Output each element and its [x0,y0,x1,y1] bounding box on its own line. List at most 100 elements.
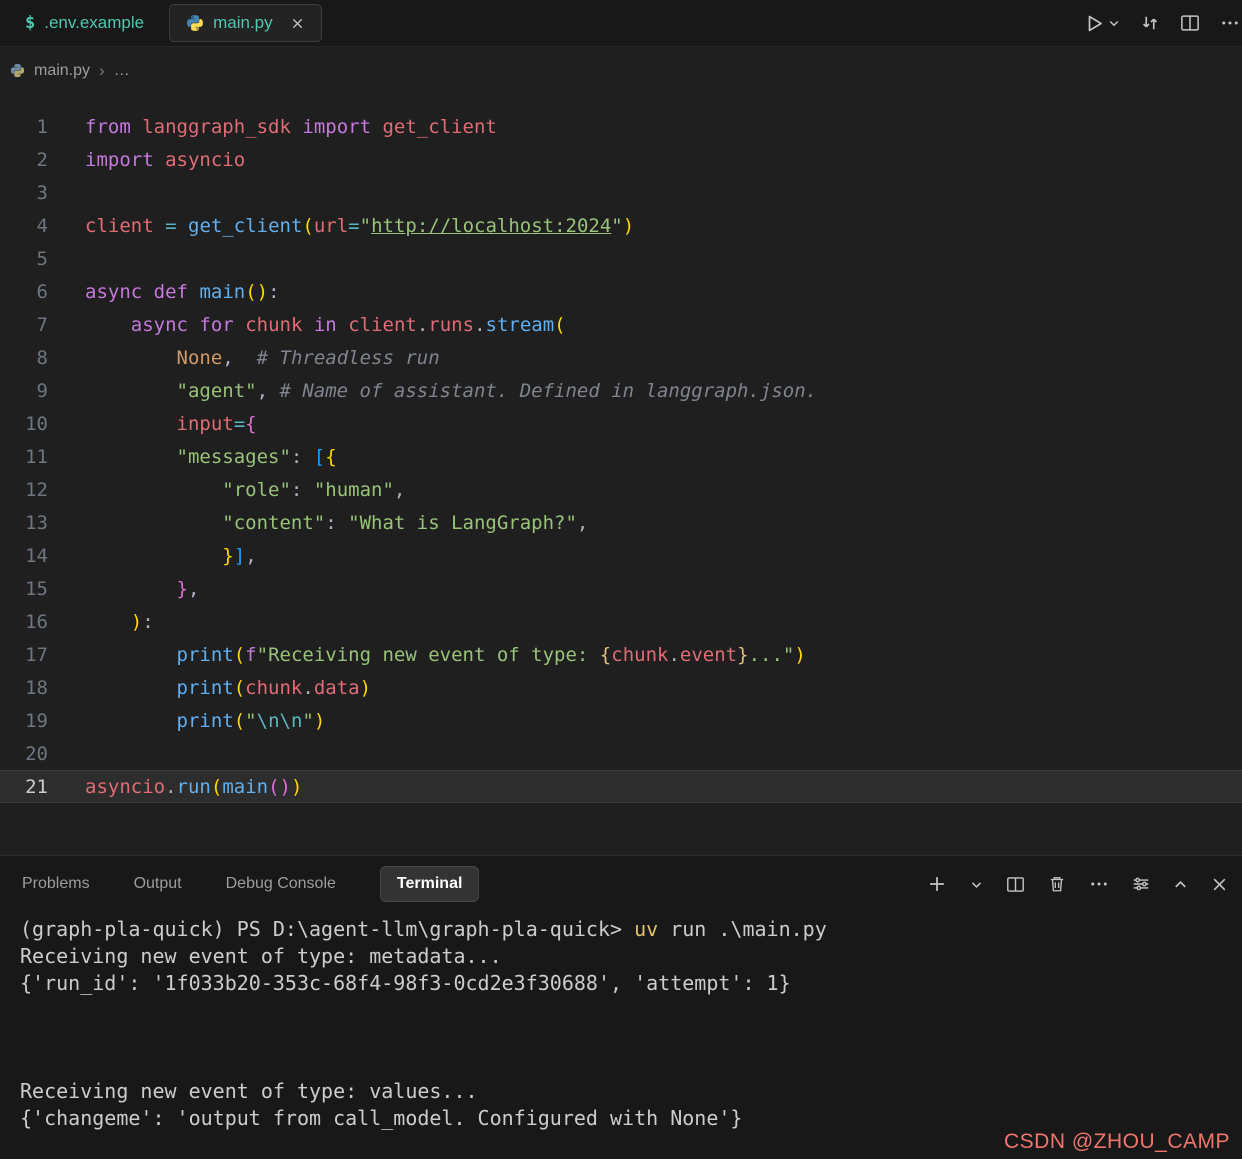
code-token: "messages" [177,446,291,468]
tab-main-py[interactable]: main.py [169,4,322,42]
line-number: 7 [0,314,48,336]
panel-tab-terminal[interactable]: Terminal [380,866,480,902]
code-token: for [199,314,233,336]
code-line-text: }], [48,545,257,567]
tune-sliders-icon[interactable] [1132,875,1150,893]
terminal-token: (graph-pla-quick) PS D:\agent-llm\graph-… [20,917,634,941]
tab-env-example[interactable]: $ .env.example [8,4,161,42]
terminal-line: {'run_id': '1f033b20-353c-68f4-98f3-0cd2… [20,970,1242,997]
code-token: input [177,413,234,435]
code-line-text: print(chunk.data) [48,677,371,699]
code-token: . [417,314,428,336]
terminal-token: {'changeme': 'output from call_model. Co… [20,1106,742,1130]
terminal-line [20,997,1242,1024]
split-panel-icon[interactable] [1006,875,1025,894]
code-token: ( [245,281,256,303]
code-line: 11 "messages": [{ [0,440,1242,473]
code-line: 8 None, # Threadless run [0,341,1242,374]
line-number: 15 [0,578,48,600]
panel-header: Problems Output Debug Console Terminal [0,856,1242,912]
code-token: async [85,281,142,303]
breadcrumb-file[interactable]: main.py [34,62,90,80]
more-editor-actions-icon[interactable] [1220,13,1240,33]
split-editor-icon[interactable] [1180,13,1200,33]
code-token: get_client [382,116,496,138]
terminal-profile-chevron-icon[interactable] [970,878,983,891]
code-token: async [131,314,188,336]
code-token: ) [131,611,142,633]
code-token: f [245,644,256,666]
terminal-line: {'changeme': 'output from call_model. Co… [20,1105,1242,1132]
run-options-chevron-icon[interactable] [1108,17,1120,29]
code-token: ( [211,776,222,798]
code-token: main [199,281,245,303]
terminal-token: Receiving new event of type: metadata... [20,944,502,968]
code-token: ) [280,776,291,798]
new-terminal-icon[interactable] [927,874,947,894]
code-line: 19 print("\n\n") [0,704,1242,737]
code-token [85,413,177,435]
code-token: ) [314,710,325,732]
python-file-icon [186,14,204,32]
code-token: ) [360,677,371,699]
code-editor[interactable]: 1from langgraph_sdk import get_client2im… [0,94,1242,855]
line-number: 6 [0,281,48,303]
compare-changes-icon[interactable] [1140,13,1160,33]
tab-label: main.py [213,13,273,33]
code-token: . [668,644,679,666]
code-token: asyncio [165,149,245,171]
code-token: } [222,545,233,567]
code-token: from [85,116,131,138]
code-token: { [245,413,256,435]
code-line: 12 "role": "human", [0,473,1242,506]
code-token: { [600,644,611,666]
code-line-text: "role": "human", [48,479,405,501]
code-line: 16 ): [0,605,1242,638]
code-token: runs [428,314,474,336]
kill-terminal-trash-icon[interactable] [1048,875,1066,893]
code-token: , [577,512,588,534]
tab-label: .env.example [44,13,144,33]
code-token: main [222,776,268,798]
code-token: , [222,347,233,369]
close-tab-icon[interactable] [290,16,305,31]
code-line: 20 [0,737,1242,770]
terminal-output[interactable]: (graph-pla-quick) PS D:\agent-llm\graph-… [0,912,1242,1132]
panel-tab-debug-console[interactable]: Debug Console [226,875,336,893]
maximize-panel-chevron-up-icon[interactable] [1173,877,1188,892]
shell-env-file-icon: $ [25,13,35,33]
watermark: CSDN @ZHOU_CAMP [1004,1130,1230,1154]
code-line: 2import asyncio [0,143,1242,176]
code-token: run [177,776,211,798]
code-token: " [360,215,371,237]
code-line-text: async for chunk in client.runs.stream( [48,314,566,336]
code-line: 4client = get_client(url="http://localho… [0,209,1242,242]
code-token [85,545,222,567]
code-token: "What is LangGraph?" [348,512,577,534]
code-token: ( [234,644,245,666]
line-number: 10 [0,413,48,435]
editor-tab-bar: $ .env.example main.py [0,0,1242,47]
code-token [371,116,382,138]
code-token: = [348,215,359,237]
code-token: ) [794,644,805,666]
code-token [131,116,142,138]
more-actions-icon[interactable] [1089,874,1109,894]
code-token: } [737,644,748,666]
code-token [142,281,153,303]
panel-tab-problems[interactable]: Problems [22,875,90,893]
panel-tab-output[interactable]: Output [134,875,182,893]
code-line-text: from langgraph_sdk import get_client [48,116,497,138]
close-panel-icon[interactable] [1211,876,1228,893]
run-python-file-icon[interactable] [1084,13,1105,34]
code-line: 7 async for chunk in client.runs.stream( [0,308,1242,341]
code-token: ( [234,677,245,699]
line-number: 3 [0,182,48,204]
breadcrumb-symbol-ellipsis[interactable]: … [114,62,130,80]
code-line-text: "messages": [{ [48,446,337,468]
code-token: . [165,776,176,798]
code-token: [ [314,446,325,468]
code-token: . [302,677,313,699]
code-token: . [474,314,485,336]
code-line: 14 }], [0,539,1242,572]
